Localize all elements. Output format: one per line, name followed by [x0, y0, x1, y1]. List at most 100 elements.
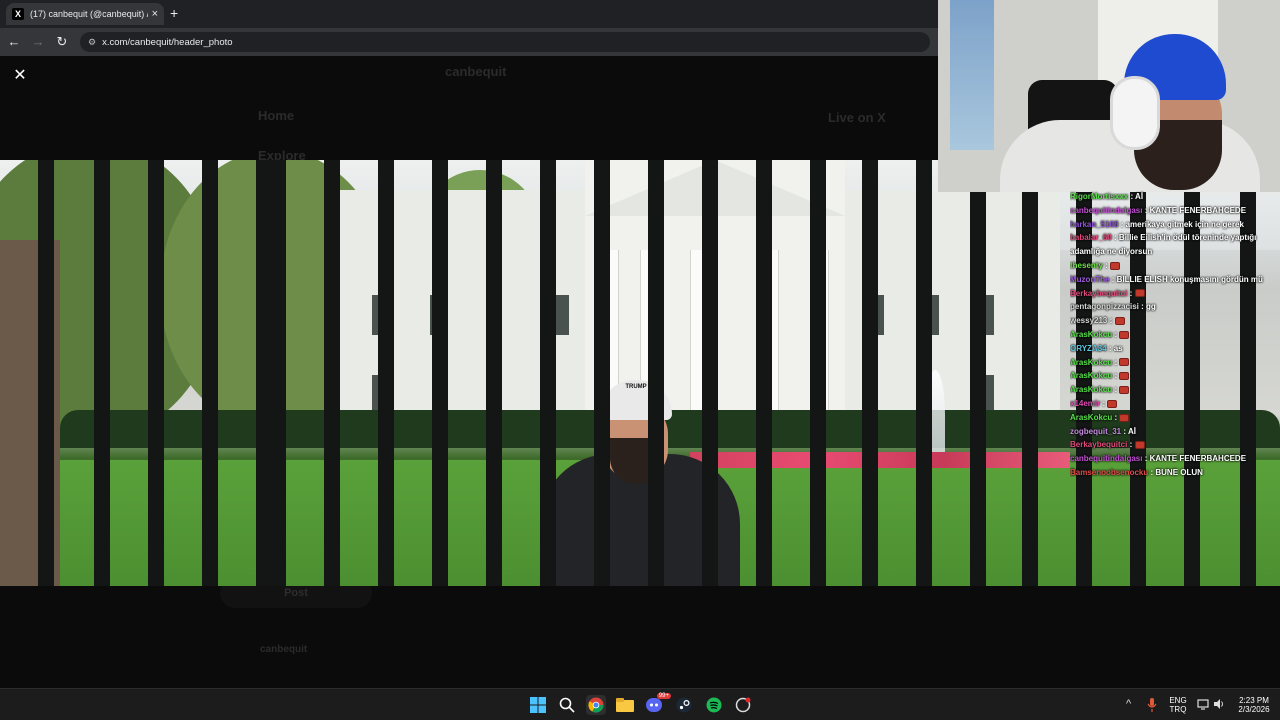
chat-text: :	[1114, 412, 1118, 422]
discord-icon[interactable]: 99+	[645, 693, 671, 715]
fence-bar	[432, 160, 448, 586]
chat-emote-icon	[1119, 386, 1130, 395]
chat-username[interactable]: ArasKokcu	[1070, 413, 1112, 422]
microphone-icon[interactable]	[1147, 698, 1157, 715]
windows-start-icon[interactable]	[528, 695, 548, 715]
chat-message: Berkaybequitci :	[1070, 287, 1276, 301]
taskbar: 99+ ^ ENG TRQ 2:23 PM 2/3/2026	[0, 688, 1280, 720]
chat-emote-icon	[1119, 330, 1130, 339]
fence-bar	[1022, 160, 1038, 586]
search-icon[interactable]	[557, 695, 577, 715]
chat-emote-icon	[1119, 372, 1130, 381]
chat-text: adamlığa ne diyorsun	[1070, 247, 1153, 257]
steam-icon[interactable]	[674, 695, 694, 715]
close-viewer-button[interactable]: ✕	[12, 68, 28, 84]
fence-bar	[970, 160, 986, 586]
chat-username[interactable]: ArasKokcu	[1070, 358, 1112, 367]
chat-username[interactable]: ArasKokcu	[1070, 385, 1112, 394]
x-logo-icon: X	[12, 8, 24, 20]
chat-emote-icon	[1134, 441, 1145, 450]
chat-text: : BUNE OLUN	[1150, 467, 1203, 477]
chat-message: zogbequit_31 : Aİ	[1070, 425, 1276, 439]
chat-text: : amerikaya gitmek için ne gerek	[1120, 219, 1244, 229]
window	[555, 295, 569, 335]
chat-message: ArasKokcu :	[1070, 369, 1276, 383]
language-indicator[interactable]: ENG TRQ	[1166, 689, 1190, 720]
discord-badge: 99+	[656, 693, 671, 699]
chat-username[interactable]: canbequitindalgası	[1070, 454, 1142, 463]
language-bottom: TRQ	[1169, 705, 1187, 714]
fence-bar	[486, 160, 502, 586]
chat-username[interactable]: ArasKokcu	[1070, 371, 1112, 380]
chat-username[interactable]: pentagonpizzacisi	[1070, 302, 1139, 311]
chat-emote-icon	[1107, 399, 1118, 408]
fence-bar	[202, 160, 218, 586]
site-info-icon[interactable]: ⚙	[88, 37, 96, 48]
forward-button[interactable]: →	[30, 34, 46, 50]
spotify-icon[interactable]	[704, 695, 724, 715]
stream-chat: RigorMortisxxx : Aİ canbequitindalgası : …	[1070, 190, 1276, 480]
fence-bar	[94, 160, 110, 586]
chat-username[interactable]: zogbequit_31	[1070, 427, 1121, 436]
chat-username[interactable]: harkan_5108	[1070, 220, 1118, 229]
new-tab-button[interactable]: +	[170, 5, 178, 21]
chrome-icon[interactable]	[586, 695, 606, 715]
tray-overflow-icon[interactable]: ^	[1126, 698, 1131, 710]
chat-message: x14emir :	[1070, 397, 1276, 411]
clock-time: 2:23 PM	[1239, 696, 1269, 705]
fence-bar	[270, 160, 286, 586]
chat-username[interactable]: babalar_60	[1070, 233, 1112, 242]
chat-text: : Billie Eilish'in ödül töreninde yaptığ…	[1114, 233, 1257, 243]
chat-username[interactable]: ArasKokcu	[1070, 330, 1112, 339]
chat-message: adamlığa ne diyorsun	[1070, 245, 1276, 259]
chat-username[interactable]: MuzonThe	[1070, 275, 1110, 284]
chat-message: canbequitindalgası : KANTE FENERBAHCEDE	[1070, 452, 1276, 466]
back-button[interactable]: ←	[6, 34, 22, 50]
url-text: x.com/canbequit/header_photo	[102, 36, 233, 48]
chat-username[interactable]: x14emir	[1070, 399, 1100, 408]
chat-message: thesenty :	[1070, 259, 1276, 273]
tulip-bed	[690, 452, 1070, 468]
chat-username[interactable]: canbequitindalgası	[1070, 206, 1142, 215]
chat-username[interactable]: Berkaybequitci	[1070, 289, 1127, 298]
chat-message: harkan_5108 : amerikaya gitmek için ne g…	[1070, 218, 1276, 232]
webcam-window	[950, 0, 994, 150]
chat-message: ArasKokcu :	[1070, 411, 1276, 425]
clock-date: 2/3/2026	[1238, 705, 1270, 714]
chat-text: : as	[1108, 343, 1123, 353]
chat-username[interactable]: wessy213	[1070, 316, 1107, 325]
chat-text: :	[1129, 440, 1133, 450]
fence-bar	[594, 160, 610, 586]
fence-bar	[648, 160, 664, 586]
tab-close-icon[interactable]: ×	[152, 8, 158, 20]
file-explorer-icon[interactable]	[615, 695, 635, 715]
chat-text: :	[1114, 329, 1118, 339]
chat-message: ArasKokcu :	[1070, 356, 1276, 370]
browser-toolbar: ← → ↻ ⚙ x.com/canbequit/header_photo	[0, 28, 940, 56]
chat-message: wessy213 :	[1070, 314, 1276, 328]
reload-button[interactable]: ↻	[54, 34, 70, 50]
ghost-profile-name: canbequit	[445, 64, 507, 79]
browser-tab[interactable]: X (17) canbequit (@canbequit) / X ×	[6, 3, 164, 25]
chat-text: : KANTE FENERBAHCEDE	[1144, 454, 1247, 464]
chat-username[interactable]: Berkaybequitci	[1070, 440, 1127, 449]
browser-tab-strip: X (17) canbequit (@canbequit) / X × +	[0, 0, 940, 28]
fence-bar	[810, 160, 826, 586]
clock[interactable]: 2:23 PM 2/3/2026	[1232, 689, 1276, 720]
address-bar[interactable]: ⚙ x.com/canbequit/header_photo	[80, 32, 930, 52]
chat-username[interactable]: thesenty	[1070, 261, 1103, 270]
chat-message: canbequitindalgası : KANTE FENERBAHCEDE	[1070, 204, 1276, 218]
chat-message: ArasKokcu :	[1070, 328, 1276, 342]
app-icon[interactable]	[733, 695, 753, 715]
ghost-account-name: canbequit	[260, 644, 308, 655]
ghost-live-on-x: Live on X	[828, 110, 886, 125]
fence-bar	[378, 160, 394, 586]
chat-text: :	[1114, 371, 1118, 381]
network-icon[interactable]	[1197, 698, 1209, 713]
chat-username[interactable]: ORYZA34	[1070, 344, 1107, 353]
fence-bar	[38, 160, 54, 586]
chat-username[interactable]: RigorMortisxxx	[1070, 192, 1128, 201]
fence-bar	[540, 160, 556, 586]
volume-icon[interactable]	[1213, 698, 1225, 713]
chat-username[interactable]: Bamsenoobsenocku	[1070, 468, 1148, 477]
